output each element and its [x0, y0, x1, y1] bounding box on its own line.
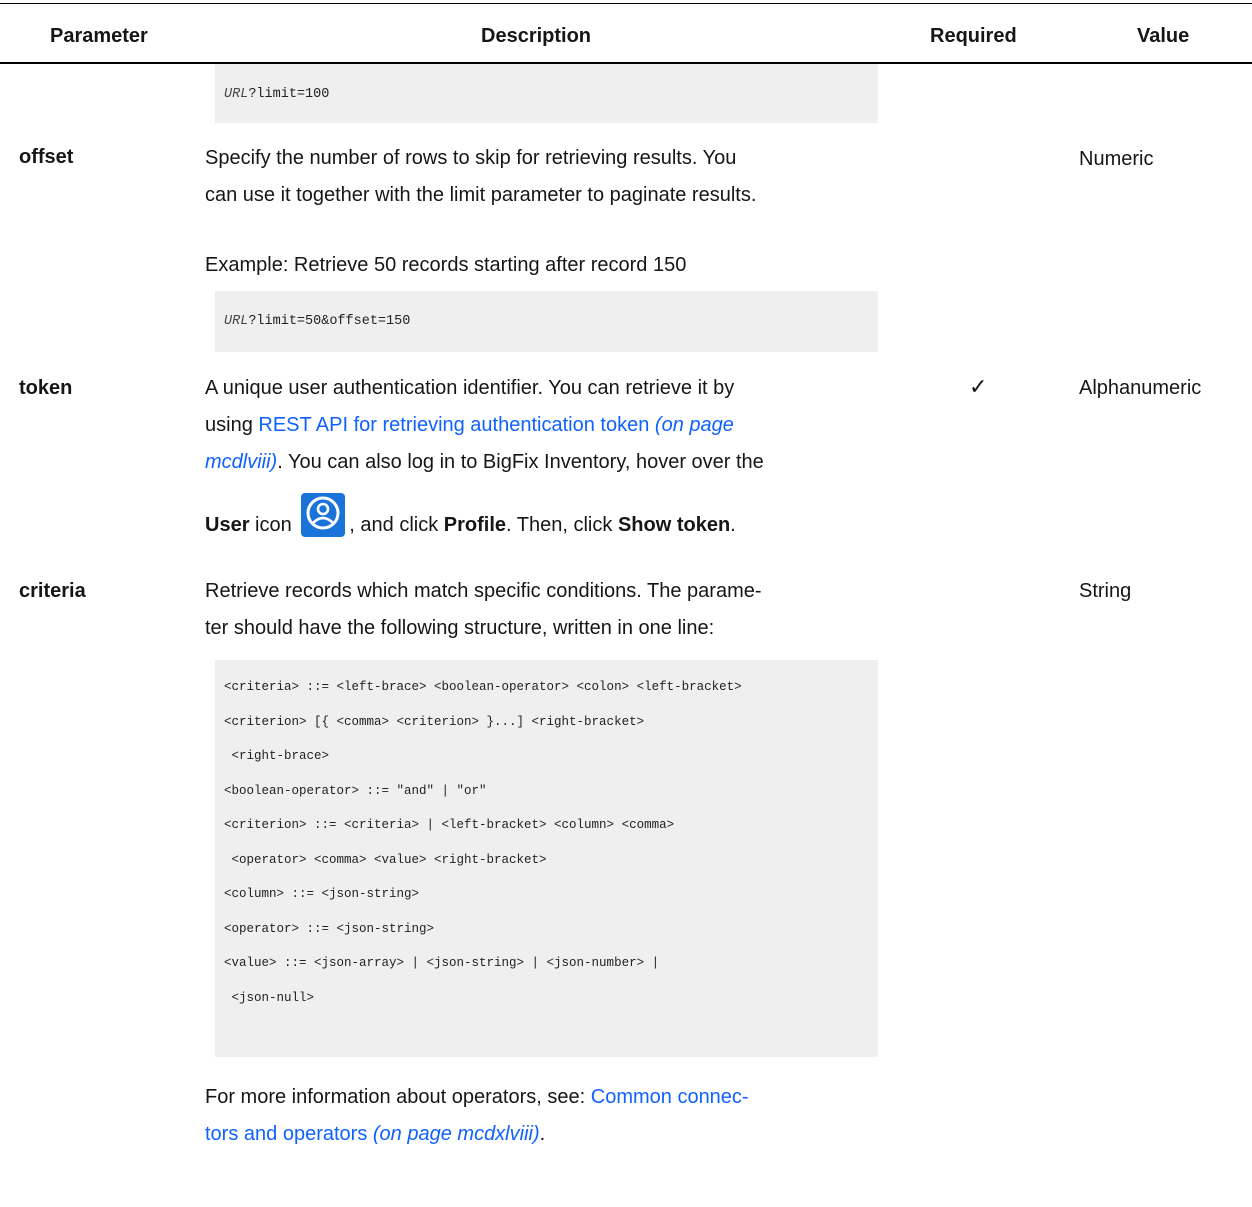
criteria-code-block: <criteria> ::= <left-brace> <boolean-ope…: [215, 660, 878, 1057]
code-line: <json-null>: [224, 990, 315, 1005]
param-name-offset: offset: [19, 146, 74, 168]
offset-desc-line-1: Specify the number of rows to skip for r…: [205, 147, 737, 169]
offset-desc-line-2: can use it together with the limit param…: [205, 184, 757, 206]
header-required: Required: [930, 25, 1017, 47]
auth-token-link[interactable]: REST API for retrieving authentication t…: [258, 414, 734, 436]
user-profile-icon: [301, 493, 346, 537]
criteria-description: Retrieve records which match specific co…: [205, 573, 885, 647]
token-desc-line-1: A unique user authentication identifier.…: [205, 377, 735, 399]
header-description: Description: [481, 25, 592, 47]
code-line: <operator> ::= <json-string>: [224, 921, 435, 936]
code-text: ?limit=50&offset=150: [248, 314, 411, 329]
code-text: ?limit=100: [248, 87, 330, 102]
profile-label: Profile: [443, 514, 507, 536]
code-url-placeholder: URL: [224, 87, 249, 102]
offset-example: Example: Retrieve 50 records starting af…: [205, 254, 687, 276]
code-line: <value> ::= <json-array> | <json-string>…: [224, 956, 660, 970]
code-line: <criterion> [{ <comma> <criterion> }...]…: [224, 714, 645, 729]
limit-code-block: URL?limit=100: [215, 64, 878, 123]
code-line: <right-brace>: [224, 749, 330, 763]
code-line: <operator> <comma> <value> <right-bracke…: [224, 852, 547, 867]
code-url-placeholder: URL: [224, 314, 249, 329]
header-value: Value: [1137, 25, 1190, 47]
criteria-desc-line-2: ter should have the following structure,…: [205, 617, 715, 639]
show-token-label: Show token: [617, 514, 731, 536]
param-name-criteria: criteria: [19, 580, 86, 602]
criteria-desc-line-1: Retrieve records which match specific co…: [205, 580, 762, 602]
criteria-more-info: For more information about operators, se…: [205, 1086, 749, 1145]
auth-token-link-page[interactable]: mcdlviii): [205, 451, 277, 473]
required-check-icon: ✓: [969, 375, 988, 400]
user-label: User: [205, 514, 250, 536]
criteria-value: String: [1079, 580, 1132, 602]
param-name-token: token: [19, 377, 73, 399]
code-line: <criterion> ::= <criteria> | <left-brack…: [224, 818, 675, 832]
code-line: <column> ::= <json-string>: [224, 887, 420, 901]
token-desc-line-2: using REST API for retrieving authentica…: [205, 414, 734, 436]
offset-value: Numeric: [1079, 148, 1154, 170]
code-line: <boolean-operator> ::= "and" | "or": [224, 783, 487, 798]
top-rule: [0, 3, 1252, 4]
operators-link-cont[interactable]: tors and operators (on page mcdxlviii): [205, 1123, 540, 1145]
offset-description: Specify the number of rows to skip for r…: [205, 140, 885, 214]
token-desc-line-4: User icon , and click Profile. Then, cli…: [205, 493, 885, 544]
token-description: A unique user authentication identifier.…: [205, 370, 885, 544]
offset-code-block: URL?limit=50&offset=150: [215, 291, 878, 352]
token-desc-line-3: mcdlviii). You can also log in to BigFix…: [205, 451, 764, 473]
header-parameter: Parameter: [50, 25, 148, 47]
operators-link[interactable]: Common connec-: [591, 1086, 749, 1108]
code-line: <criteria> ::= <left-brace> <boolean-ope…: [224, 680, 742, 694]
token-value: Alphanumeric: [1079, 377, 1202, 399]
